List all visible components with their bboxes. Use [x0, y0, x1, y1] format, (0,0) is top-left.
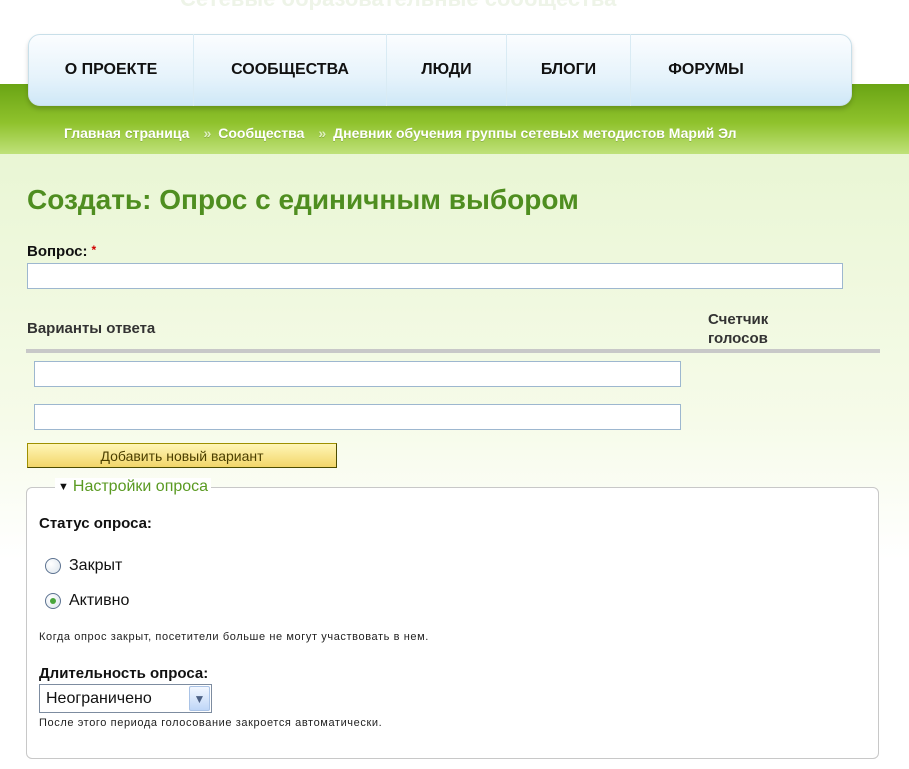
nav-item-blogs[interactable]: БЛОГИ — [507, 34, 631, 106]
page-title: Создать: Опрос с единичным выбором — [27, 184, 579, 215]
radio-closed[interactable] — [45, 558, 61, 574]
votes-column-header: Счетчик голосов — [708, 311, 769, 347]
answer-input-2[interactable] — [34, 404, 681, 430]
status-option-active[interactable]: Активно — [45, 592, 129, 610]
table-header-divider — [26, 349, 880, 353]
nav-item-communities[interactable]: СООБЩЕСТВА — [194, 34, 387, 106]
required-marker: * — [91, 243, 97, 257]
breadcrumb-separator: » — [203, 125, 212, 141]
poll-settings-legend: Настройки опроса — [72, 478, 209, 495]
status-help-text: Когда опрос закрыт, посетители больше не… — [39, 631, 429, 643]
nav-item-people[interactable]: ЛЮДИ — [387, 34, 507, 106]
poll-settings-toggle[interactable]: ▼ Настройки опроса — [55, 478, 212, 496]
triangle-down-icon: ▼ — [58, 481, 69, 493]
main-navigation: О ПРОЕКТЕ СООБЩЕСТВА ЛЮДИ БЛОГИ ФОРУМЫ — [28, 34, 852, 106]
status-option-label: Активно — [69, 592, 130, 609]
question-label-text: Вопрос: — [27, 243, 88, 260]
duration-select[interactable]: Неограничено ▼ — [39, 684, 212, 713]
breadcrumb-community-link[interactable]: Дневник обучения группы сетевых методист… — [333, 125, 736, 141]
question-input[interactable] — [27, 263, 843, 289]
answer-input-1[interactable] — [34, 361, 681, 387]
status-option-closed[interactable]: Закрыт — [45, 557, 122, 575]
chevron-down-icon[interactable]: ▼ — [189, 686, 210, 711]
breadcrumb: Главная страница » Сообщества » Дневник обуч… — [64, 124, 894, 142]
nav-item-forums[interactable]: ФОРУМЫ — [631, 34, 781, 106]
add-option-button[interactable]: Добавить новый вариант — [27, 443, 337, 468]
status-option-label: Закрыт — [69, 557, 123, 574]
site-title-faint: Сетевые образовательные сообщества — [180, 0, 810, 10]
question-label: Вопрос: * — [27, 243, 96, 260]
breadcrumb-home-link[interactable]: Главная страница — [64, 125, 189, 141]
nav-item-about[interactable]: О ПРОЕКТЕ — [29, 34, 194, 106]
duration-selected-value: Неограничено — [46, 689, 152, 707]
breadcrumb-communities-link[interactable]: Сообщества — [218, 125, 304, 141]
duration-label: Длительность опроса: — [39, 665, 209, 682]
duration-help-text: После этого периода голосование закроетс… — [39, 717, 383, 729]
radio-active[interactable] — [45, 593, 61, 609]
poll-status-label: Статус опроса: — [39, 515, 152, 532]
answers-column-header: Варианты ответа — [27, 320, 156, 337]
breadcrumb-separator: » — [318, 125, 327, 141]
page: Сетевые образовательные сообщества О ПРО… — [0, 0, 909, 769]
